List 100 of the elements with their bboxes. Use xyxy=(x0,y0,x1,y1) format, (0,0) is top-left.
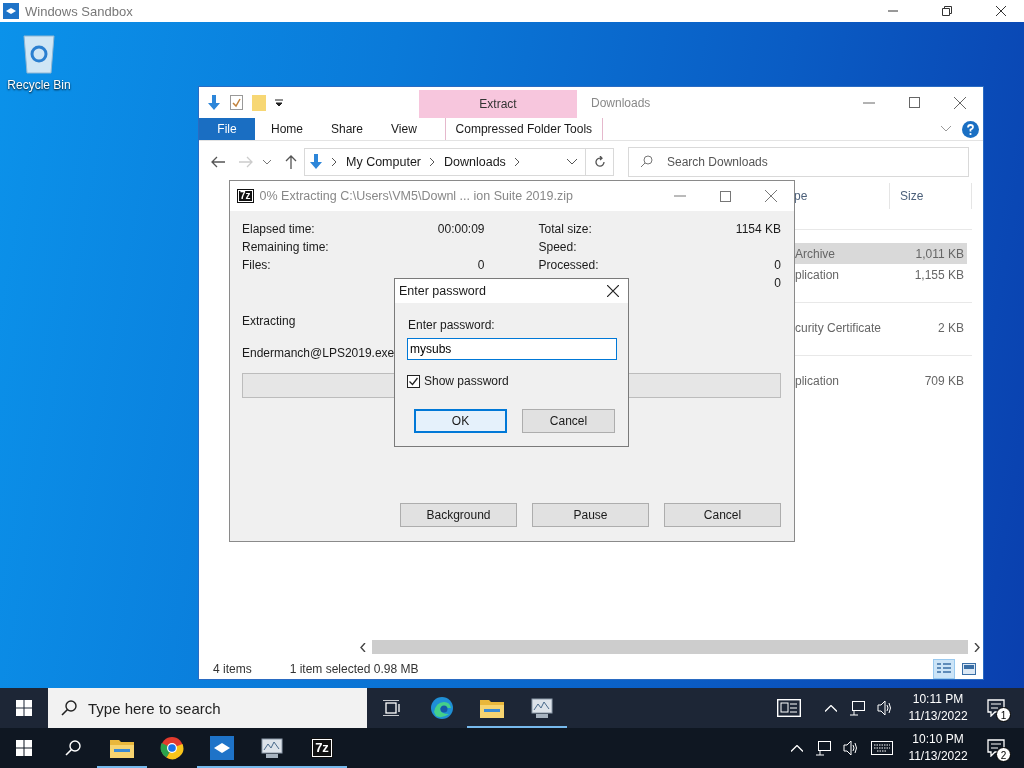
breadcrumb-item[interactable]: My Computer xyxy=(346,155,422,169)
chrome-browser-icon xyxy=(160,736,184,760)
details-view-button[interactable] xyxy=(933,658,955,679)
file-row[interactable]: plication 1,155 KB xyxy=(792,264,967,285)
address-bar[interactable]: My Computer Downloads xyxy=(304,148,586,176)
download-arrow-icon xyxy=(309,154,323,170)
table-cell-text: 2 KB xyxy=(937,320,965,335)
taskbar-search-field[interactable]: Type here to search xyxy=(48,688,367,728)
sandbox-icon xyxy=(210,736,234,760)
table-cell-text: 1,011 KB xyxy=(914,246,965,261)
app-icon: 7z xyxy=(311,738,333,758)
table-cell-text: Archive xyxy=(794,246,836,261)
stat-value: 0 xyxy=(477,258,485,272)
chevron-right-icon[interactable] xyxy=(514,158,520,166)
stat-label: Processed: xyxy=(538,258,599,272)
refresh-button[interactable] xyxy=(586,148,614,176)
sandbox-icon xyxy=(3,3,19,19)
ribbon-tab[interactable]: View xyxy=(377,118,431,140)
help-icon[interactable] xyxy=(962,120,979,138)
stat-label: Files: xyxy=(242,258,271,272)
checkbox-label[interactable]: Show password xyxy=(424,374,509,388)
download-arrow-icon[interactable] xyxy=(207,94,221,111)
chevron-up-icon[interactable] xyxy=(825,704,837,712)
ribbon-tab[interactable]: File xyxy=(199,118,255,140)
ribbon-tab[interactable]: Compressed Folder Tools xyxy=(444,118,603,140)
table-cell-text: 1,155 KB xyxy=(913,267,965,282)
notifications-button[interactable]: 2 xyxy=(973,728,1019,768)
network-icon[interactable] xyxy=(815,740,831,756)
operation-label: Extracting xyxy=(242,313,296,330)
maximize-icon[interactable] xyxy=(909,97,920,108)
chevron-up-icon[interactable] xyxy=(791,744,803,752)
column-header[interactable]: Size xyxy=(889,183,972,209)
chevron-right-icon[interactable] xyxy=(332,158,337,166)
keyboard-icon[interactable] xyxy=(871,741,893,755)
window-title: 0% Extracting C:\Users\VM5\Downl ... ion Suite 2019.zip xyxy=(259,189,573,203)
checkbox[interactable] xyxy=(407,374,420,388)
clock[interactable]: 10:10 PM 11/13/2022 xyxy=(903,731,973,765)
chevron-right-icon[interactable] xyxy=(430,158,436,166)
notifications-button[interactable]: 1 xyxy=(973,688,1019,728)
ribbon-tab[interactable]: Home xyxy=(257,118,317,140)
notification-count: 1 xyxy=(996,707,1011,722)
task-view-icon xyxy=(383,700,401,716)
news-icon[interactable] xyxy=(777,699,801,717)
notification-icon xyxy=(987,739,1005,757)
dialog-button[interactable]: Cancel xyxy=(522,409,615,433)
dialog-button[interactable]: Background xyxy=(400,503,517,527)
file-row[interactable]: Archive 1,011 KB xyxy=(792,243,967,264)
refresh-icon xyxy=(593,156,606,168)
scroll-right-icon[interactable] xyxy=(974,642,980,652)
taskbar-app-button[interactable]: 7z xyxy=(297,728,347,768)
clock-time: 10:11 PM xyxy=(912,691,964,708)
file-row[interactable]: curity Certificate 2 KB xyxy=(792,317,967,338)
maximize-icon[interactable] xyxy=(720,190,731,202)
stat-label: Speed: xyxy=(538,240,577,254)
contextual-group-label: Extract xyxy=(479,97,517,111)
volume-icon[interactable] xyxy=(877,700,893,716)
folder-icon xyxy=(480,698,504,718)
recycle-bin-icon[interactable] xyxy=(22,32,56,74)
status-text: 4 items xyxy=(213,661,252,676)
up-arrow-icon[interactable] xyxy=(285,155,297,169)
table-cell-text: 709 KB xyxy=(923,373,965,388)
search-icon xyxy=(61,700,77,716)
table-cell-text: plication xyxy=(794,267,841,282)
dialog-button[interactable]: Cancel xyxy=(664,503,781,527)
close-icon[interactable] xyxy=(996,6,1006,16)
properties-icon[interactable] xyxy=(230,95,243,110)
folder-icon xyxy=(110,738,134,758)
stat-label: Remaining time: xyxy=(242,240,329,254)
edge-browser-icon xyxy=(430,696,454,720)
column-header[interactable]: pe xyxy=(792,189,889,203)
dialog-button[interactable]: Pause xyxy=(532,503,649,527)
restore-icon[interactable] xyxy=(942,6,952,16)
table-cell-text: curity Certificate xyxy=(794,320,883,335)
stat-label: Elapsed time: xyxy=(242,222,315,236)
status-text: 1 item selected 0.98 MB xyxy=(289,661,419,676)
monitor-icon xyxy=(260,737,284,759)
dialog-title: Enter password xyxy=(399,284,486,298)
search-field[interactable]: Search Downloads xyxy=(628,147,969,177)
close-icon[interactable] xyxy=(607,285,619,297)
details-view-icon xyxy=(937,662,951,675)
stat-value: 00:00:09 xyxy=(437,222,485,236)
network-icon[interactable] xyxy=(849,700,865,716)
ribbon-tab[interactable]: Share xyxy=(317,118,378,140)
chevron-down-icon[interactable] xyxy=(567,159,577,165)
large-icons-view-icon xyxy=(962,662,976,675)
back-arrow-icon[interactable] xyxy=(211,156,225,168)
breadcrumb-item[interactable]: Downloads xyxy=(444,155,506,169)
chevron-down-icon[interactable] xyxy=(263,159,271,165)
search-icon xyxy=(64,740,81,756)
dialog-button[interactable]: OK xyxy=(414,409,507,433)
file-row[interactable]: plication 709 KB xyxy=(792,370,967,391)
password-field[interactable]: mysubs xyxy=(407,338,617,360)
windows-logo-icon xyxy=(16,740,32,756)
stat-value: 1154 KB xyxy=(735,222,781,236)
scroll-left-icon[interactable] xyxy=(360,642,366,652)
window-title: Windows Sandbox xyxy=(25,3,133,19)
clock[interactable]: 10:11 PM 11/13/2022 xyxy=(903,691,973,725)
dropdown-icon[interactable] xyxy=(275,98,283,107)
notification-icon xyxy=(987,699,1005,717)
volume-icon[interactable] xyxy=(843,740,859,756)
